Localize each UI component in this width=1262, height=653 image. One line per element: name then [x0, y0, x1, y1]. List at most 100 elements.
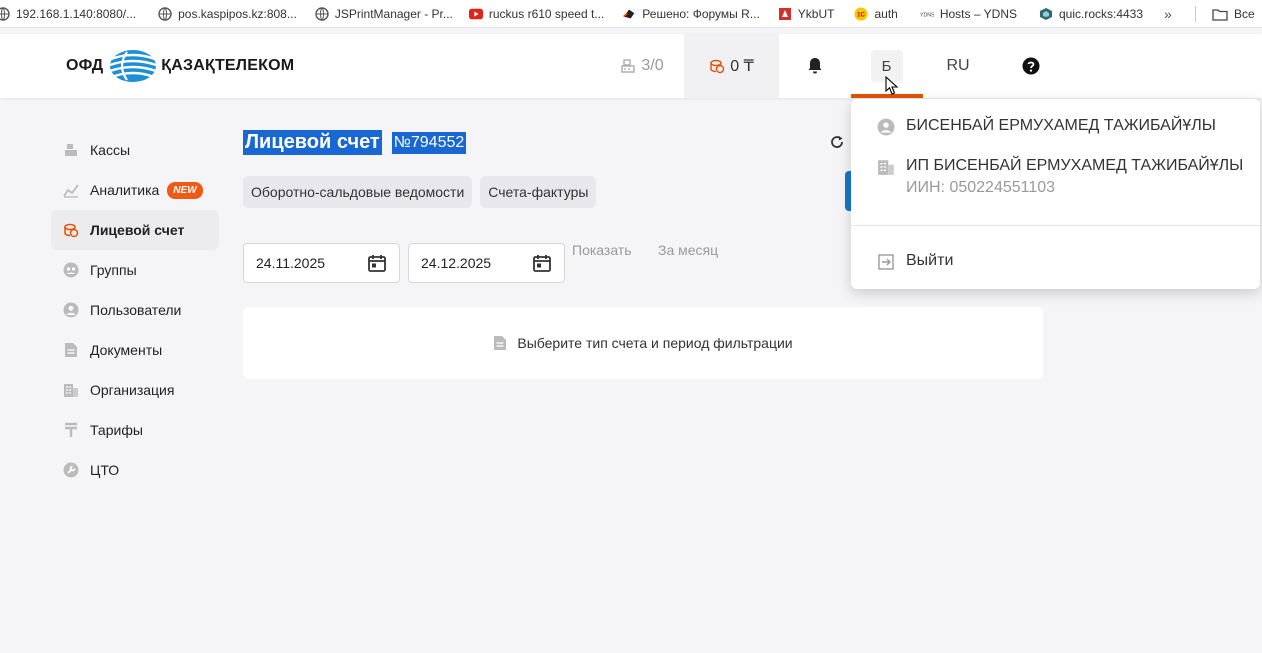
bookmark-label: YkbUT [797, 6, 835, 21]
show-button[interactable]: Показать [572, 242, 632, 258]
notifications-button[interactable] [800, 34, 830, 98]
calendar-icon[interactable] [532, 253, 552, 273]
refresh-button[interactable] [829, 134, 845, 155]
tariff-icon [62, 422, 79, 439]
date-range: 24.11.2025 24.12.2025 [243, 243, 565, 283]
logout-button[interactable]: Выйти [877, 252, 953, 271]
bookmark-6[interactable]: YkbUT [778, 0, 843, 27]
bookmark-5[interactable]: Решено: Форумы R... [622, 0, 768, 27]
groups-icon [62, 262, 79, 279]
all-bookmarks-button[interactable]: Все [1212, 0, 1255, 27]
date-from-field[interactable]: 24.11.2025 [243, 243, 400, 283]
coins-icon [709, 58, 725, 74]
chip-turnover-statements[interactable]: Оборотно-сальдовые ведомости [243, 176, 473, 208]
bookmark-label: JSPrintManager - Pr... [334, 6, 453, 21]
1c-icon: 1C [854, 6, 869, 21]
dropdown-org-item[interactable]: ИП БИСЕНБАЙ ЕРМУХАМЕД ТАЖИБАЙҰЛЫ ИИН: 05… [877, 157, 1243, 197]
help-icon [1022, 57, 1040, 75]
date-to-field[interactable]: 24.12.2025 [408, 243, 565, 283]
all-bookmarks-label: Все [1234, 7, 1255, 21]
logout-icon [877, 253, 895, 271]
bookmark-4[interactable]: ruckus r610 speed t... [468, 0, 612, 27]
chip-invoices[interactable]: Счета-фактуры [480, 176, 597, 208]
bookmark-label: Hosts – YDNS [939, 6, 1017, 21]
dropdown-user-name: БИСЕНБАЙ ЕРМУХАМЕД ТАЖИБАЙҰЛЫ [906, 117, 1216, 134]
cash-register-icon [62, 142, 79, 159]
sidebar-item-cto[interactable]: ЦТО [51, 450, 219, 490]
language-switch[interactable]: RU [940, 34, 976, 98]
kassa-counter[interactable]: 3/0 [612, 34, 672, 98]
bookmark-label: auth [874, 6, 898, 21]
user-icon [877, 118, 895, 136]
account-number: №794552 [391, 131, 467, 154]
dropdown-org-text: ИП БИСЕНБАЙ ЕРМУХАМЕД ТАЖИБАЙҰЛЫ ИИН: 05… [906, 157, 1243, 197]
kassa-count: 3/0 [641, 57, 664, 74]
month-button[interactable]: За месяц [658, 242, 718, 258]
calendar-icon[interactable] [367, 253, 387, 273]
forum-icon [622, 7, 636, 21]
document-icon [494, 336, 507, 350]
folder-icon [1212, 8, 1228, 21]
coins-icon [62, 222, 79, 239]
sidebar-item-account[interactable]: Лицевой счет [51, 210, 219, 250]
app-header: ОФД ҚАЗАҚТЕЛЕКОМ 3/0 0 ₸ Б RU [0, 34, 1262, 98]
user-icon [62, 302, 79, 319]
sidebar-item-documents[interactable]: Документы [51, 330, 219, 370]
globe-icon [315, 6, 329, 21]
bookmark-2[interactable]: pos.kaspipos.kz:808... [158, 0, 305, 27]
document-icon [62, 342, 79, 359]
bookmark-1[interactable]: 192.168.1.140:8080/... [0, 0, 144, 27]
sidebar-item-label: Тарифы [90, 422, 143, 438]
sidebar-item-groups[interactable]: Группы [51, 250, 219, 290]
sidebar-item-label: Документы [90, 342, 163, 358]
bookmark-9[interactable]: quic.rocks:4433 [1039, 0, 1151, 27]
bookmarks-bar: 192.168.1.140:8080/... pos.kaspipos.kz:8… [0, 0, 1262, 28]
sidebar-item-label: Организация [90, 382, 175, 398]
sidebar-item-label: ЦТО [90, 462, 120, 478]
logo-kazakhtelecom-text: ҚАЗАҚТЕЛЕКОМ [161, 57, 295, 74]
bookmark-3[interactable]: JSPrintManager - Pr... [315, 0, 461, 27]
kazakhtelecom-globe-logo [109, 50, 157, 82]
svg-text:1C: 1C [858, 11, 866, 18]
empty-state-card: Выберите тип счета и период фильтрации [243, 307, 1043, 379]
sidebar-item-kassy[interactable]: Кассы [51, 130, 219, 170]
sidebar-item-organization[interactable]: Организация [51, 370, 219, 410]
bookmark-7[interactable]: 1C auth [854, 0, 905, 27]
ykbut-icon [778, 7, 792, 21]
cash-register-icon [620, 58, 636, 74]
sidebar-item-users[interactable]: Пользователи [51, 290, 219, 330]
globe-icon [0, 6, 10, 21]
user-dropdown-menu: БИСЕНБАЙ ЕРМУХАМЕД ТАЖИБАЙҰЛЫ ИП БИСЕНБА… [851, 99, 1260, 289]
sidebar-item-label: Кассы [90, 142, 131, 158]
bookmark-8[interactable]: YDNS Hosts – YDNS [920, 0, 1025, 27]
dropdown-user-item[interactable]: БИСЕНБАЙ ЕРМУХАМЕД ТАЖИБАЙҰЛЫ [877, 117, 1216, 136]
dropdown-divider [851, 225, 1260, 226]
logo-ofd-text: ОФД [66, 57, 104, 74]
sidebar-item-analytics[interactable]: Аналитика NEW [51, 170, 219, 210]
bookmark-label: Решено: Форумы R... [642, 6, 760, 21]
youtube-icon [468, 7, 483, 21]
globe-icon [158, 6, 172, 21]
balance-button[interactable]: 0 ₸ [684, 34, 779, 98]
page-title: Лицевой счет [243, 130, 382, 155]
page-title-row: Лицевой счет №794552 [243, 130, 467, 155]
refresh-icon [831, 136, 843, 148]
bookmark-label: ruckus r610 speed t... [488, 6, 605, 21]
cube-icon [1039, 7, 1053, 21]
bookmark-label: 192.168.1.140:8080/... [16, 6, 137, 21]
bookmarks-separator [1195, 6, 1196, 22]
sidebar-item-tariffs[interactable]: Тарифы [51, 410, 219, 450]
sidebar-item-label: Пользователи [90, 302, 182, 318]
mouse-cursor-icon [885, 76, 899, 95]
help-button[interactable] [1016, 34, 1046, 98]
date-to-value: 24.12.2025 [421, 255, 492, 271]
bookmark-label: pos.kaspipos.kz:808... [178, 6, 297, 21]
date-from-value: 24.11.2025 [256, 255, 326, 271]
bookmarks-overflow-button[interactable]: » [1164, 6, 1172, 22]
dropdown-org-iin: ИИН: 050224551103 [906, 179, 1056, 196]
account-type-chips: Оборотно-сальдовые ведомости Счета-факту… [243, 176, 597, 208]
logo[interactable]: ОФД ҚАЗАҚТЕЛЕКОМ [66, 48, 294, 84]
sidebar-item-label: Группы [90, 262, 137, 278]
balance-value: 0 ₸ [730, 58, 754, 75]
bookmark-label: quic.rocks:4433 [1058, 6, 1144, 21]
